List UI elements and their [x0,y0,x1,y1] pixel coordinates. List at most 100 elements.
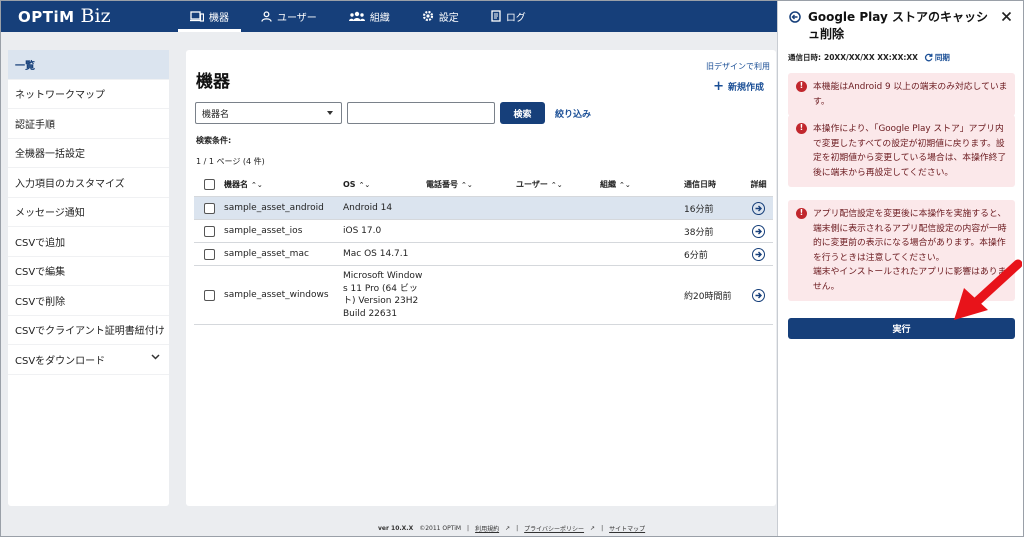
organization-icon [348,11,365,21]
cell-org [600,220,684,242]
sidebar-item-label: 全機器一括設定 [15,149,85,161]
sidebar-item-list[interactable]: 一覧 [8,50,169,80]
sidebar-item-csv-download[interactable]: CSVをダウンロード [8,345,169,375]
os-line: Microsoft Window [343,271,423,281]
sidebar-item-label: 認証手順 [15,119,55,131]
alert-icon: ! [796,208,807,219]
header-label: 電話番号 [426,180,458,189]
cell-comm-time: 38分前 [684,227,714,238]
cell-detail [744,197,773,219]
alert-icon: ! [796,123,807,134]
sidebar-item-bulk-settings[interactable]: 全機器一括設定 [8,139,169,168]
device-table: 機器名 ⌃⌄ OS ⌃⌄ 電話番号 ⌃⌄ ユーザー ⌃⌄ 組織 ⌃⌄ 通信日時 詳細 sa… [194,173,773,325]
caret-down-icon [327,111,333,115]
sync-icon [924,53,933,62]
cell-phone [426,197,516,219]
nav-label: 組織 [369,12,390,24]
header-label: OS [343,180,356,189]
cell-device-name: sample_asset_ios [224,226,303,236]
sidebar-item-label: ネットワークマップ [15,90,105,102]
main-nav: 機器 ユーザー 組織 設定 ログ [178,0,546,32]
cell-phone [426,220,516,242]
header-org[interactable]: 組織 ⌃⌄ [600,179,684,190]
header-comm-time[interactable]: 通信日時 [684,179,744,190]
row-checkbox[interactable] [203,225,215,237]
sidebar-item-csv-add[interactable]: CSVで追加 [8,227,169,257]
sidebar-item-csv-cert[interactable]: CSVでクライアント証明書紐付け [8,316,169,345]
arrow-right-circle-icon[interactable] [752,247,765,261]
search-button[interactable]: 検索 [500,102,545,124]
cell-device-name: sample_asset_windows [224,290,329,300]
table-row[interactable]: sample_asset_windows Microsoft Window s … [194,266,773,325]
new-create-button[interactable]: + 新規作成 [713,79,764,94]
header-detail: 詳細 [744,179,773,190]
sidebar-item-label: CSVをダウンロード [15,355,106,367]
sidebar-item-custom-fields[interactable]: 入力項目のカスタマイズ [8,168,169,198]
row-checkbox[interactable] [203,248,215,260]
sort-icon: ⌃⌄ [550,180,563,189]
search-input[interactable] [347,102,495,124]
cell-phone [426,243,516,265]
gear-icon [422,10,433,22]
header-label: 機器名 [224,180,248,189]
panel-title: Google Play ストアのキャッシュ削除 [808,10,988,41]
cell-phone [426,266,516,324]
nav-label: 設定 [438,12,459,24]
logo-sub: Biz [80,5,111,27]
cell-os: Microsoft Window s 11 Pro (64 ビッ ト) Vers… [343,266,426,324]
header-phone[interactable]: 電話番号 ⌃⌄ [426,179,516,190]
sort-icon: ⌃⌄ [251,180,263,189]
narrow-down-link[interactable]: 絞り込み [555,107,591,120]
sidebar: 一覧 ネットワークマップ 認証手順 全機器一括設定 入力項目のカスタマイズ メッ… [8,50,169,506]
header-os[interactable]: OS ⌃⌄ [343,180,426,189]
logo-main: OPTiM [18,8,75,26]
row-checkbox-cell [194,266,224,324]
header-user[interactable]: ユーザー ⌃⌄ [516,179,600,190]
nav-organization[interactable]: 組織 [337,0,402,32]
nav-settings[interactable]: 設定 [410,0,471,32]
header-select-all [194,179,224,190]
cell-user [516,220,600,242]
row-checkbox[interactable] [203,289,215,301]
cell-org [600,266,684,324]
footer: ver 10.X.X ©2011 OPTiM | 利用規約 ↗ | プライバシー… [378,524,646,533]
comm-time-label: 通信日時: [788,53,821,62]
annotation-arrow-icon [954,259,1022,320]
pager-info: 1 / 1 ページ (4 件) [196,157,265,166]
header-device-name[interactable]: 機器名 ⌃⌄ [224,179,343,190]
nav-logs[interactable]: ログ [479,0,538,32]
select-all-checkbox[interactable] [203,179,215,190]
nav-label: ユーザー [277,12,317,24]
arrow-right-circle-icon[interactable] [752,201,765,215]
app-logo[interactable]: OPTiM Biz [18,5,111,27]
close-icon[interactable] [1001,11,1012,22]
sidebar-item-auth-steps[interactable]: 認証手順 [8,109,169,139]
sync-label: 同期 [934,53,950,62]
sync-button[interactable]: 同期 [924,52,950,63]
filter-field-select[interactable]: 機器名 [195,102,342,124]
sidebar-item-message-notify[interactable]: メッセージ通知 [8,198,169,227]
sidebar-item-csv-edit[interactable]: CSVで編集 [8,257,169,286]
cell-comm-time: 16分前 [684,204,714,215]
privacy-link[interactable]: プライバシーポリシー [524,524,584,533]
cell-comm-time: 6分前 [684,250,708,261]
log-icon [491,10,501,22]
nav-devices[interactable]: 機器 [178,0,241,32]
sitemap-link[interactable]: サイトマップ [609,524,645,533]
nav-users[interactable]: ユーザー [249,0,329,32]
sidebar-item-csv-delete[interactable]: CSVで削除 [8,286,169,316]
old-design-link[interactable]: 旧デザインで利用 [706,61,770,72]
terms-link[interactable]: 利用規約 [475,524,499,533]
alert-text: 本機能はAndroid 9 以上の端末のみ対応しています。 [813,82,1008,107]
version: ver 10.X.X [378,525,414,532]
sort-icon: ⌃⌄ [461,180,473,189]
sidebar-item-label: CSVでクライアント証明書紐付け [15,326,165,338]
row-checkbox[interactable] [203,202,215,214]
arrow-right-circle-icon[interactable] [752,288,765,302]
table-row[interactable]: sample_asset_ios iOS 17.0 38分前 [194,220,773,243]
sidebar-item-network-map[interactable]: ネットワークマップ [8,80,169,109]
table-row[interactable]: sample_asset_android Android 14 16分前 [194,197,773,220]
table-row[interactable]: sample_asset_mac Mac OS 14.7.1 6分前 [194,243,773,266]
back-icon[interactable] [789,11,801,23]
arrow-right-circle-icon[interactable] [752,224,765,238]
